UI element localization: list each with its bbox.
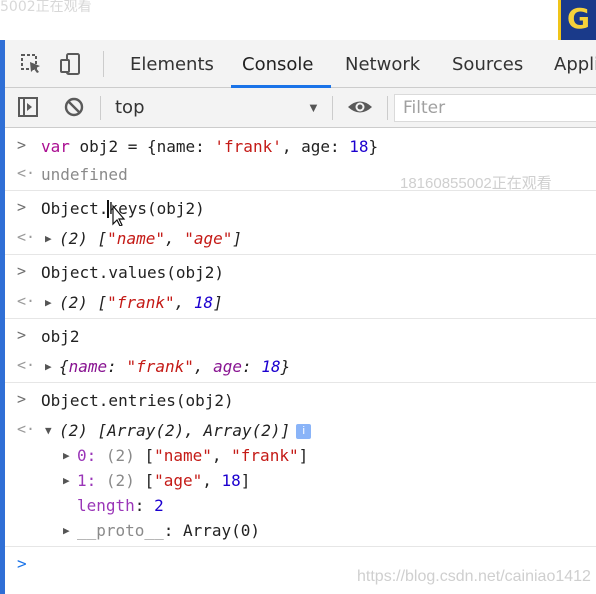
console-result-row: <· ▶ (2) ["frank", 18]	[5, 286, 596, 319]
command-text: Object.values(obj2)	[41, 263, 225, 282]
array-proto[interactable]: __proto__: Array(0)	[77, 521, 260, 540]
console-output: > var obj2 = {name: 'frank', age: 18} <·…	[5, 128, 596, 594]
array-entry[interactable]: 0: (2) ["name", "frank"]	[77, 446, 308, 465]
inspect-element-icon[interactable]	[19, 52, 43, 76]
console-result-row: <· undefined 18160855002正在观看	[5, 160, 596, 192]
array-entry[interactable]: 1: (2) ["age", 18]	[77, 471, 250, 490]
command-text: Object.entries(obj2)	[41, 391, 234, 410]
return-arrow-icon: <·	[17, 164, 36, 182]
tab-network[interactable]: Network	[345, 54, 420, 75]
tab-sources[interactable]: Sources	[452, 54, 523, 75]
return-arrow-icon: <·	[17, 292, 36, 310]
tab-application[interactable]: Appli	[554, 54, 596, 75]
console-result-row: <· ▶ (2) ["name", "age"]	[5, 222, 596, 255]
return-arrow-icon: <·	[17, 420, 36, 438]
console-input-row: > Object.entries(obj2)	[5, 384, 596, 414]
result-text: undefined	[41, 165, 128, 184]
expand-triangle-icon[interactable]: ▶	[63, 474, 70, 487]
array-length: length: 2	[77, 496, 164, 515]
console-input-row: > var obj2 = {name: 'frank', age: 18}	[5, 132, 596, 160]
expand-triangle-icon[interactable]: ▶	[45, 296, 52, 309]
expand-triangle-icon[interactable]: ▶	[63, 524, 70, 537]
result-header[interactable]: (2) [Array(2), Array(2)] i	[59, 421, 312, 440]
expand-triangle-icon[interactable]: ▶	[45, 360, 52, 373]
tab-separator	[103, 51, 104, 77]
source-watermark: https://blog.csdn.net/cainiao1412	[357, 568, 591, 585]
toolbar-separator	[387, 96, 388, 120]
sidebar-toggle-icon[interactable]	[17, 96, 39, 118]
prompt-icon: >	[17, 136, 27, 154]
context-selector[interactable]: top	[115, 97, 145, 118]
expand-triangle-icon[interactable]: ▶	[63, 449, 70, 462]
toolbar-separator	[100, 96, 101, 120]
result-text[interactable]: (2) ["frank", 18]	[59, 293, 223, 312]
prompt-icon: >	[17, 262, 27, 280]
command-text: var obj2 = {name: 'frank', age: 18}	[41, 137, 379, 156]
return-arrow-icon: <·	[17, 356, 36, 374]
filter-input[interactable]	[395, 95, 596, 121]
tab-elements[interactable]: Elements	[130, 54, 214, 75]
tab-console[interactable]: Console	[242, 54, 313, 75]
eye-icon[interactable]	[347, 96, 373, 118]
expand-triangle-icon[interactable]: ▶	[45, 232, 52, 245]
console-input-row: > Object.keys(obj2)	[5, 192, 596, 226]
toolbar-separator	[332, 96, 333, 120]
console-input-row: > obj2	[5, 320, 596, 350]
chevron-down-icon[interactable]: ▼	[307, 100, 320, 115]
device-toolbar-icon[interactable]	[59, 52, 83, 76]
logo-badge: G	[558, 0, 596, 40]
viewer-overlay-text: 5002正在观看	[0, 0, 92, 15]
clear-console-icon[interactable]	[63, 96, 85, 118]
top-strip: 5002正在观看 G	[0, 0, 596, 40]
console-prompt-row[interactable]: > https://blog.csdn.net/cainiao1412	[5, 548, 596, 592]
result-text[interactable]: (2) ["name", "age"]	[59, 229, 242, 248]
prompt-icon: >	[17, 198, 27, 216]
collapse-triangle-icon[interactable]: ▼	[45, 424, 52, 437]
console-toolbar: top ▼	[5, 88, 596, 128]
console-result-row: <· ▼ (2) [Array(2), Array(2)] i ▶ 0: (2) …	[5, 414, 596, 547]
prompt-icon: >	[17, 326, 27, 344]
info-icon[interactable]: i	[296, 424, 312, 439]
viewer-watermark: 18160855002正在观看	[400, 175, 552, 192]
console-input-row: > Object.values(obj2)	[5, 256, 596, 286]
devtools-tab-bar: Elements Console Network Sources Appli	[5, 40, 596, 88]
result-text[interactable]: {name: "frank", age: 18}	[59, 357, 290, 376]
return-arrow-icon: <·	[17, 228, 36, 246]
prompt-icon: >	[17, 390, 27, 408]
filter-field[interactable]	[394, 94, 596, 122]
console-result-row: <· ▶ {name: "frank", age: 18}	[5, 350, 596, 383]
prompt-icon: >	[17, 554, 27, 573]
command-text: obj2	[41, 327, 80, 346]
